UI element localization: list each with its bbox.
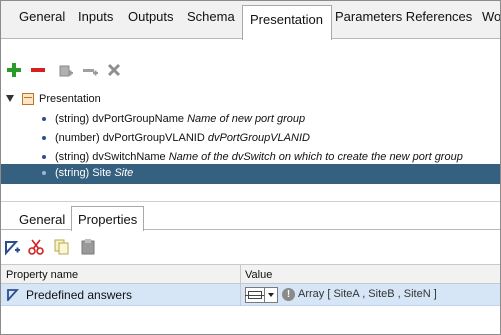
- column-divider[interactable]: [240, 265, 241, 284]
- param-name: dvPortGroupName: [92, 113, 185, 125]
- tab-overflow[interactable]: Wo: [482, 9, 500, 24]
- tree-item-selected[interactable]: (string) Site Site: [1, 164, 500, 184]
- property-name: Predefined answers: [26, 288, 133, 302]
- tree-root-presentation[interactable]: Presentation: [1, 90, 500, 110]
- presentation-editor-window: General Inputs Outputs Schema Presentati…: [0, 0, 501, 335]
- paste-icon[interactable]: [79, 238, 97, 256]
- tree-item[interactable]: (number) dvPortGroupVLANID dvPortGroupVL…: [1, 129, 500, 149]
- delete-icon[interactable]: [105, 61, 123, 79]
- remove-icon[interactable]: [29, 61, 47, 79]
- properties-toolbar: [1, 238, 151, 258]
- subtab-properties[interactable]: Properties: [71, 206, 145, 231]
- param-type: (string): [55, 167, 90, 179]
- input-bullet-icon: [42, 171, 46, 175]
- column-header-property-name[interactable]: Property name: [6, 269, 78, 281]
- value-type-dropdown[interactable]: [245, 287, 278, 303]
- expand-chevron-icon[interactable]: [6, 95, 14, 102]
- param-description: Site: [114, 167, 134, 179]
- param-name: dvSwitchName: [92, 151, 166, 163]
- param-description: Name of the dvSwitch on which to create …: [168, 151, 463, 163]
- info-icon[interactable]: !: [282, 288, 295, 301]
- array-editor-icon: [245, 291, 265, 299]
- column-divider: [240, 284, 241, 306]
- input-bullet-icon: [42, 117, 46, 121]
- top-tab-bar: General Inputs Outputs Schema Presentati…: [1, 1, 500, 40]
- tab-inputs[interactable]: Inputs: [78, 9, 113, 24]
- add-group-icon[interactable]: [57, 61, 75, 79]
- add-icon[interactable]: [5, 61, 23, 79]
- subtab-general[interactable]: General: [19, 212, 65, 227]
- property-value[interactable]: Array [ SiteA , SiteB , SiteN ]: [298, 288, 437, 300]
- param-name: Site: [92, 167, 112, 179]
- copy-icon[interactable]: [53, 238, 71, 256]
- add-step-icon[interactable]: [81, 61, 99, 79]
- section-divider: [1, 201, 500, 202]
- presentation-node-icon: [22, 93, 34, 105]
- tab-outputs[interactable]: Outputs: [128, 9, 174, 24]
- tree-item[interactable]: (string) dvPortGroupName Name of new por…: [1, 110, 500, 130]
- param-description: dvPortGroupVLANID: [207, 132, 310, 144]
- chevron-down-icon[interactable]: [264, 288, 277, 302]
- add-property-icon[interactable]: [3, 238, 21, 256]
- property-icon: [7, 289, 19, 301]
- input-bullet-icon: [42, 136, 46, 140]
- tab-presentation[interactable]: Presentation: [242, 5, 332, 40]
- param-name: dvPortGroupVLANID: [102, 132, 205, 144]
- tab-parameters-references[interactable]: Parameters References: [335, 9, 472, 24]
- tab-general[interactable]: General: [19, 9, 65, 24]
- param-description: Name of new port group: [187, 113, 306, 125]
- tab-schema[interactable]: Schema: [187, 9, 235, 24]
- presentation-toolbar: [1, 61, 201, 85]
- sub-tab-bar: General Properties: [1, 206, 500, 231]
- param-type: (number): [55, 132, 100, 144]
- column-header-value[interactable]: Value: [245, 269, 272, 281]
- cut-icon[interactable]: [27, 238, 45, 256]
- table-header: Property name Value: [1, 264, 500, 284]
- tree-root-label: Presentation: [39, 93, 101, 105]
- param-type: (string): [55, 113, 90, 125]
- param-type: (string): [55, 151, 90, 163]
- input-bullet-icon: [42, 155, 46, 159]
- table-row[interactable]: Predefined answers ! Array [ SiteA , Sit…: [1, 284, 500, 306]
